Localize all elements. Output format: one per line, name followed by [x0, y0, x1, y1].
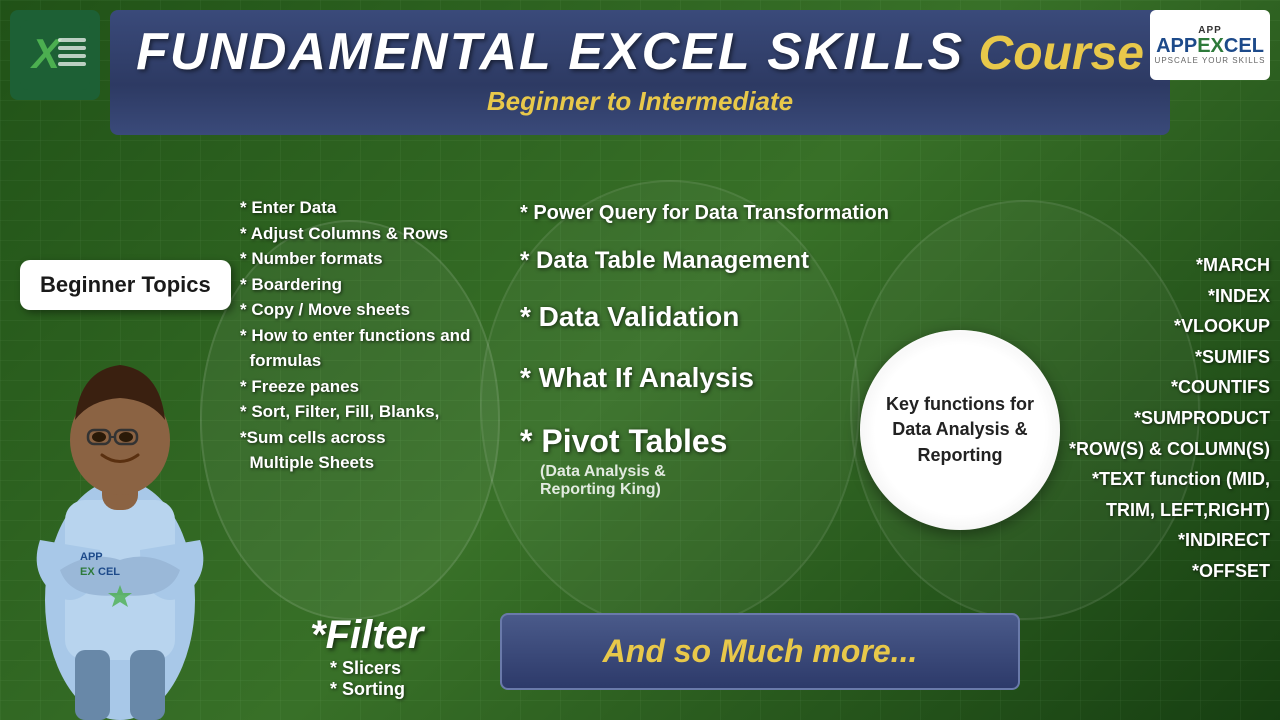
- key-functions-text: Key functions for Data Analysis & Report…: [876, 382, 1044, 478]
- list-item: * Enter Data: [240, 195, 470, 221]
- list-item: *COUNTIFS: [1069, 372, 1270, 403]
- more-button-label: And so Much more...: [603, 633, 918, 669]
- person-figure: APP EX CEL: [10, 300, 230, 720]
- header-subtitle: Beginner to Intermediate: [130, 86, 1150, 117]
- list-item: * How to enter functions and: [240, 323, 470, 349]
- key-functions-line1: Key functions for: [886, 394, 1034, 414]
- key-functions-line2: Data Analysis &: [892, 419, 1027, 439]
- list-item: *MARCH: [1069, 250, 1270, 281]
- appexcel-main-text: APPEXCEL: [1156, 36, 1264, 56]
- filter-sorting: * Sorting: [330, 679, 423, 700]
- filter-main-label: *Filter: [310, 613, 423, 658]
- list-item: * Adjust Columns & Rows: [240, 221, 470, 247]
- list-item: formulas: [240, 348, 470, 374]
- filter-slicers: * Slicers: [330, 658, 423, 679]
- header-title-course: Course: [979, 27, 1144, 80]
- list-item: * Sort, Filter, Fill, Blanks,: [240, 399, 470, 425]
- list-item: *INDIRECT: [1069, 525, 1270, 556]
- svg-text:EX: EX: [80, 566, 95, 578]
- list-item: *VLOOKUP: [1069, 311, 1270, 342]
- header-banner: FUNDAMENTAL EXCEL SKILLS Course Beginner…: [110, 10, 1170, 135]
- right-functions-list: *MARCH *INDEX *VLOOKUP *SUMIFS *COUNTIFS…: [1069, 250, 1270, 587]
- list-item: *Sum cells across: [240, 425, 470, 451]
- middle-topics-list: * Power Query for Data Transformation * …: [520, 195, 889, 499]
- list-item: *OFFSET: [1069, 556, 1270, 587]
- header-title-main: FUNDAMENTAL EXCEL SKILLS: [136, 23, 964, 81]
- list-item: *INDEX: [1069, 281, 1270, 312]
- appexcel-logo: APP APPEXCEL UPSCALE YOUR SKILLS: [1150, 10, 1270, 80]
- svg-text:APP: APP: [80, 551, 103, 563]
- bottom-filter-section: *Filter * Slicers * Sorting: [310, 613, 423, 700]
- beginner-topics-list: * Enter Data * Adjust Columns & Rows * N…: [240, 195, 470, 476]
- list-item: * Copy / Move sheets: [240, 297, 470, 323]
- list-item: *SUMIFS: [1069, 342, 1270, 373]
- list-item: * What If Analysis: [520, 353, 889, 403]
- key-functions-line3: Reporting: [917, 445, 1002, 465]
- list-item: TRIM, LEFT,RIGHT): [1069, 495, 1270, 526]
- list-item: * Freeze panes: [240, 374, 470, 400]
- list-item: * Number formats: [240, 246, 470, 272]
- list-item: * Data Table Management: [520, 239, 889, 282]
- list-item: *TEXT function (MID,: [1069, 464, 1270, 495]
- list-item: * Data Validation: [520, 292, 889, 342]
- svg-text:X: X: [30, 30, 63, 77]
- list-item: * Boardering: [240, 272, 470, 298]
- list-item: * Power Query for Data Transformation: [520, 195, 889, 231]
- list-item: *SUMPRODUCT: [1069, 403, 1270, 434]
- more-button[interactable]: And so Much more...: [500, 613, 1020, 690]
- appexcel-sub-text: UPSCALE YOUR SKILLS: [1155, 56, 1266, 65]
- list-item: Multiple Sheets: [240, 450, 470, 476]
- beginner-topics-label: Beginner Topics: [40, 272, 211, 297]
- excel-logo: X: [10, 10, 100, 100]
- key-functions-circle: Key functions for Data Analysis & Report…: [860, 330, 1060, 530]
- svg-text:CEL: CEL: [98, 566, 120, 578]
- list-item: *ROW(S) & COLUMN(S): [1069, 434, 1270, 465]
